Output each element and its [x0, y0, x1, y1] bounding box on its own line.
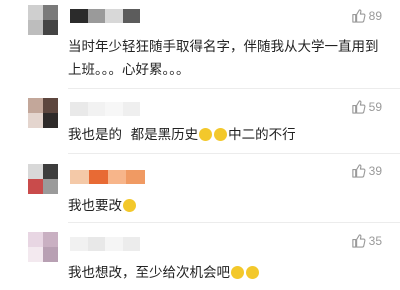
comment-list: 89 当时年少轻狂随手取得名字，伴随我从大学一直用到上班。。。心好累。。。 59…	[0, 0, 400, 290]
comment-text: 我也想改，至少给次机会吧	[68, 262, 388, 285]
comment-text-part: 我也要改	[68, 198, 122, 214]
like-count: 35	[368, 233, 382, 248]
divider	[68, 153, 400, 154]
laughing-emoji-icon	[231, 266, 244, 279]
laughing-emoji-icon	[246, 266, 259, 279]
thumbs-up-icon	[351, 9, 366, 23]
like-button[interactable]: 35	[351, 233, 382, 248]
username[interactable]	[70, 237, 140, 251]
thumbs-up-icon	[351, 234, 366, 248]
comment-text: 我也是的 都是黑历史 中二的不行	[68, 124, 388, 147]
divider	[68, 88, 400, 89]
avatar[interactable]	[28, 164, 58, 194]
comment-text-part: 中二的不行	[228, 127, 296, 143]
thumbs-up-icon	[351, 100, 366, 114]
divider	[68, 222, 400, 223]
comment-item: 89 当时年少轻狂随手取得名字，伴随我从大学一直用到上班。。。心好累。。。	[0, 0, 400, 82]
crying-laughing-emoji-icon	[199, 128, 213, 141]
username[interactable]	[70, 102, 140, 116]
thumbs-up-icon	[351, 164, 366, 178]
avatar[interactable]	[28, 5, 58, 35]
like-button[interactable]: 89	[351, 8, 382, 23]
avatar[interactable]	[28, 98, 58, 128]
crying-laughing-emoji-icon	[214, 128, 228, 141]
like-count: 89	[368, 8, 382, 23]
comment-text-part: 我也想改，至少给次机会吧	[68, 265, 230, 281]
like-button[interactable]: 59	[351, 99, 382, 114]
like-count: 39	[368, 163, 382, 178]
avatar[interactable]	[28, 232, 58, 262]
comment-text: 我也要改	[68, 195, 388, 218]
username[interactable]	[70, 170, 145, 184]
like-button[interactable]: 39	[351, 163, 382, 178]
comment-item: 35 我也想改，至少给次机会吧	[0, 224, 400, 290]
comment-text-part: 我也是的 都是黑历史	[68, 127, 199, 143]
comment-item: 39 我也要改	[0, 155, 400, 220]
like-count: 59	[368, 99, 382, 114]
comment-item: 59 我也是的 都是黑历史 中二的不行	[0, 90, 400, 160]
thinking-emoji-icon	[123, 199, 136, 212]
comment-text: 当时年少轻狂随手取得名字，伴随我从大学一直用到上班。。。心好累。。。	[68, 39, 379, 78]
username[interactable]	[70, 9, 140, 23]
